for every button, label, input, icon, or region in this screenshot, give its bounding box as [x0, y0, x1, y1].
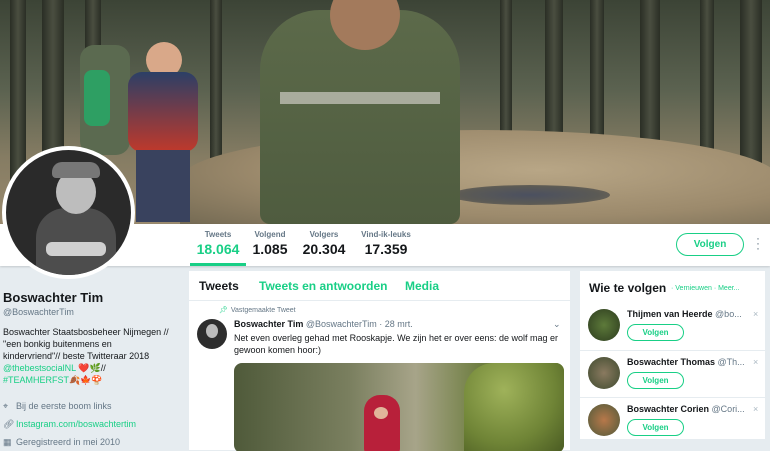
suggestion-name[interactable]: Boswachter Corien	[627, 404, 709, 414]
suggestion-item: Boswachter Thomas @Th... × Volgen	[580, 351, 765, 397]
tweet-author-name[interactable]: Boswachter Tim	[234, 319, 303, 329]
who-to-follow-title: Wie te volgen	[589, 281, 667, 295]
profile-name: Boswachter Tim	[3, 290, 104, 305]
stat-followers-value: 20.304	[302, 241, 346, 257]
stat-likes-label: Vind-ik-leuks	[361, 230, 411, 239]
link-icon: 🔗︎	[3, 419, 15, 429]
who-to-follow-links: · Vernieuwen · Meer...	[671, 285, 740, 292]
suggestion-name[interactable]: Boswachter Thomas	[627, 357, 715, 367]
stat-followers-label: Volgers	[309, 230, 339, 239]
chevron-down-icon[interactable]: ⌄	[553, 319, 561, 330]
suggestion-handle: @Cori...	[711, 404, 745, 414]
close-icon[interactable]: ×	[753, 309, 758, 319]
who-to-follow-panel: Wie te volgen · Vernieuwen · Meer... Thi…	[579, 270, 766, 440]
location-icon: ⌖	[3, 401, 9, 411]
profile-joined: ▦ Geregistreerd in mei 2010	[3, 437, 120, 448]
bio-emoji-1: ❤️🌿//	[78, 363, 106, 373]
tweet-avatar[interactable]	[197, 319, 227, 349]
stat-tweets-label: Tweets	[204, 230, 232, 239]
stat-following-label: Volgend	[254, 230, 286, 239]
stat-likes-value: 17.359	[364, 241, 408, 257]
pinned-tweet-label: 📌︎ Vastgemaakte Tweet	[219, 306, 296, 314]
profile-website[interactable]: 🔗︎ Instagram.com/boswachtertim	[3, 419, 136, 430]
tab-tweets[interactable]: Tweets	[199, 279, 239, 293]
bio-mention-link[interactable]: @thebestsocialNL	[3, 363, 76, 373]
refresh-link[interactable]: · Vernieuwen	[671, 285, 712, 292]
tweet-header: Boswachter Tim @BoswachterTim · 28 mrt.	[234, 319, 413, 329]
bio-emoji-2: 🍂🍁🍄	[69, 375, 103, 385]
more-vertical-icon[interactable]: · · ·	[754, 232, 762, 254]
avatar[interactable]	[588, 404, 620, 436]
follow-button[interactable]: Volgen	[676, 233, 744, 256]
tab-media[interactable]: Media	[405, 279, 439, 293]
bio-line-3: kindervriend"// beste Twitteraar 2018	[3, 351, 150, 361]
bio-line-2: "een bonkig buitenmens en	[3, 339, 112, 349]
timeline-tabs: Tweets Tweets en antwoorden Media	[189, 271, 570, 301]
stat-tweets-value: 18.064	[196, 241, 240, 257]
suggestion-item: Boswachter Corien @Cori... × Volgen	[580, 398, 765, 444]
bio-line-1: Boswachter Staatsbosbeheer Nijmegen //	[3, 327, 169, 337]
close-icon[interactable]: ×	[753, 357, 758, 367]
follow-suggestion-button[interactable]: Volgen	[627, 372, 684, 389]
suggestion-name-row: Thijmen van Heerde @bo...	[627, 309, 752, 319]
tweet-text: Net even overleg gehad met Rooskapje. We…	[234, 333, 559, 355]
pin-icon: 📌︎	[219, 307, 228, 314]
pinned-text: Vastgemaakte Tweet	[230, 307, 296, 314]
calendar-icon: ▦	[3, 437, 12, 447]
bio-hashtag-link[interactable]: #TEAMHERFST	[3, 375, 69, 385]
profile-avatar[interactable]	[2, 146, 135, 279]
profile-bio: Boswachter Staatsbosbeheer Nijmegen // "…	[3, 326, 178, 386]
stat-following-value: 1.085	[252, 241, 288, 257]
stat-tweets[interactable]: Tweets 18.064	[190, 230, 246, 266]
joined-text: Geregistreerd in mei 2010	[16, 437, 121, 447]
timeline: Tweets Tweets en antwoorden Media 📌︎ Vast…	[188, 270, 571, 451]
profile-handle[interactable]: @BoswachterTim	[3, 307, 74, 317]
tweet-author-handle-date[interactable]: @BoswachterTim · 28 mrt.	[306, 319, 413, 329]
close-icon[interactable]: ×	[753, 404, 758, 414]
suggestion-name[interactable]: Thijmen van Heerde	[627, 309, 713, 319]
location-text: Bij de eerste boom links	[16, 401, 112, 411]
suggestion-item: Thijmen van Heerde @bo... × Volgen	[580, 303, 765, 349]
suggestion-name-row: Boswachter Thomas @Th...	[627, 357, 752, 367]
follow-suggestion-button[interactable]: Volgen	[627, 324, 684, 341]
profile-location: ⌖ Bij de eerste boom links	[3, 401, 112, 412]
suggestion-name-row: Boswachter Corien @Cori...	[627, 404, 752, 414]
follow-suggestion-button[interactable]: Volgen	[627, 419, 684, 436]
stat-following[interactable]: Volgend 1.085	[250, 230, 290, 257]
website-text[interactable]: Instagram.com/boswachtertim	[16, 419, 136, 429]
avatar[interactable]	[588, 309, 620, 341]
tab-tweets-and-replies[interactable]: Tweets en antwoorden	[259, 279, 387, 293]
avatar[interactable]	[588, 357, 620, 389]
more-link[interactable]: · Meer...	[714, 285, 740, 292]
stat-followers[interactable]: Volgers 20.304	[302, 230, 346, 257]
suggestion-handle: @Th...	[717, 357, 745, 367]
tweet-photo[interactable]	[234, 363, 564, 451]
suggestion-handle: @bo...	[715, 309, 742, 319]
stat-likes[interactable]: Vind-ik-leuks 17.359	[358, 230, 414, 257]
